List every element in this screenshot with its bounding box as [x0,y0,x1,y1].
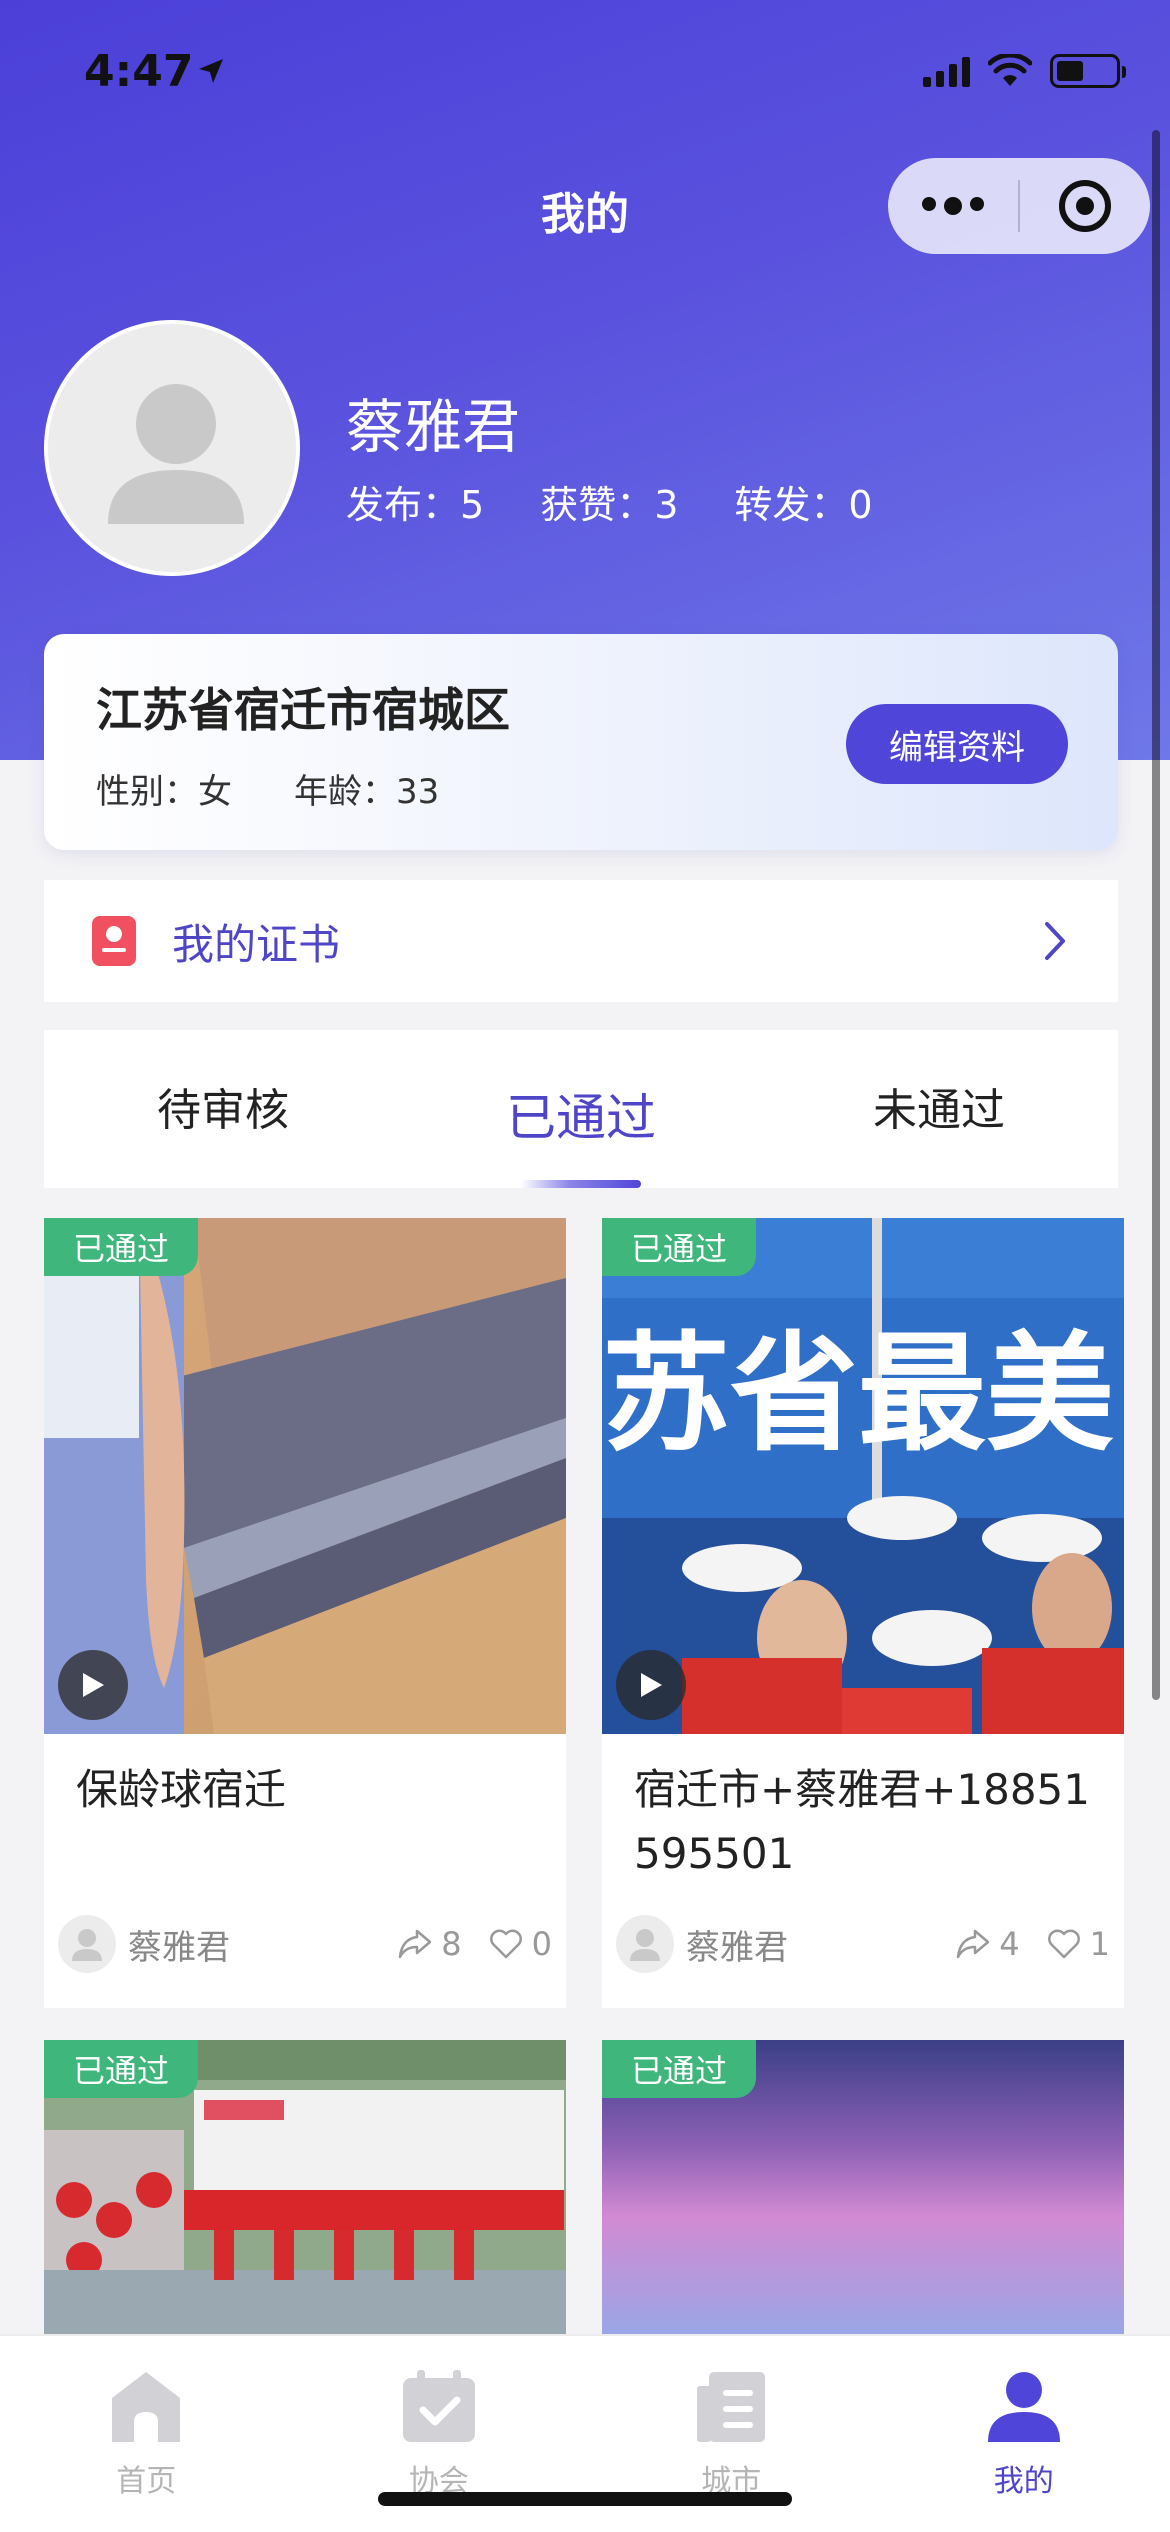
status-bar: 4:47 [0,0,1170,140]
post-card[interactable]: 已通过 [602,2040,1124,2334]
post-thumbnail[interactable]: 已通过 [44,1218,566,1734]
play-icon[interactable] [616,1650,686,1720]
tabbar-item-home[interactable]: 首页 [0,2336,293,2532]
association-icon [402,2370,475,2442]
approved-badge: 已通过 [44,1218,198,1276]
approved-badge: 已通过 [602,2040,756,2098]
tab-pending[interactable]: 待审核 [44,1030,402,1188]
gender-field: 性别：女 [96,772,232,812]
post-card[interactable]: 已通过 [44,2040,566,2334]
tab-approved[interactable]: 已通过 [402,1030,760,1188]
status-time: 4:47 [84,46,194,97]
author-name: 蔡雅君 [686,1927,788,1968]
active-tab-indicator [521,1180,641,1188]
post-thumbnail[interactable]: 已通过 [602,2040,1124,2334]
chevron-right-icon [1045,922,1065,960]
author-name: 蔡雅君 [128,1927,230,1968]
tab-rejected[interactable]: 未通过 [760,1030,1118,1188]
default-avatar-icon [108,384,244,524]
avatar[interactable] [44,320,300,576]
stat-likes: 获赞：3 [540,483,679,527]
share-icon [957,1929,990,1959]
bowling-lane-image [44,1218,566,1734]
heart-icon [1047,1929,1080,1959]
stat-posts: 发布：5 [346,483,485,527]
author-avatar [58,1915,116,1973]
svg-text:苏省最美: 苏省最美 [602,1320,1114,1469]
age-field: 年龄：33 [294,772,440,812]
post-thumbnail[interactable]: 已通过 [44,2040,566,2334]
share-icon [399,1929,432,1959]
post-thumbnail[interactable]: 苏省最美 已通过 [602,1218,1124,1734]
home-icon [112,2372,181,2442]
event-photo-image: 苏省最美 [602,1218,1124,1734]
post-card[interactable]: 苏省最美 已通过 宿迁市+蔡雅君+18851595501 蔡雅君 4 1 [602,1218,1124,2008]
more-icon[interactable] [888,197,1018,215]
approved-badge: 已通过 [44,2040,198,2098]
play-icon[interactable] [58,1650,128,1720]
certificate-label: 我的证书 [172,919,341,969]
share-count[interactable]: 4 [955,1925,1020,1963]
mini-program-capsule [888,158,1150,254]
like-count[interactable]: 1 [1046,1925,1110,1963]
heart-icon [489,1929,522,1959]
approved-badge: 已通过 [602,1218,756,1276]
profile-icon [987,2372,1060,2442]
wifi-icon [988,54,1032,86]
location-text: 江苏省宿迁市宿城区 [96,683,510,737]
post-title: 宿迁市+蔡雅君+18851595501 [634,1765,1090,1878]
battery-icon [1050,54,1126,88]
username: 蔡雅君 [346,393,521,461]
author-avatar [616,1915,674,1973]
profile-stats: 发布：5 获赞：3 转发：0 [346,474,873,529]
close-mini-program-icon[interactable] [1020,180,1150,232]
post-card[interactable]: 已通过 保龄球宿迁 蔡雅君 8 0 [44,1218,566,2008]
tabbar-item-profile[interactable]: 我的 [878,2336,1170,2532]
certificate-icon [92,916,136,966]
post-title: 保龄球宿迁 [76,1765,287,1814]
cellular-signal-icon [923,55,970,87]
profile-info-card: 江苏省宿迁市宿城区 性别：女 年龄：33 编辑资料 [44,634,1118,850]
review-status-tabs: 待审核 已通过 未通过 [44,1030,1118,1188]
city-icon [697,2372,766,2442]
home-indicator[interactable] [378,2492,792,2506]
stat-shares: 转发：0 [734,483,873,527]
like-count[interactable]: 0 [488,1925,552,1963]
share-count[interactable]: 8 [397,1925,462,1963]
my-certificate-row[interactable]: 我的证书 [44,880,1118,1002]
edit-profile-button[interactable]: 编辑资料 [846,704,1068,784]
scrollbar[interactable] [1152,130,1160,1700]
location-arrow-icon [199,59,223,83]
